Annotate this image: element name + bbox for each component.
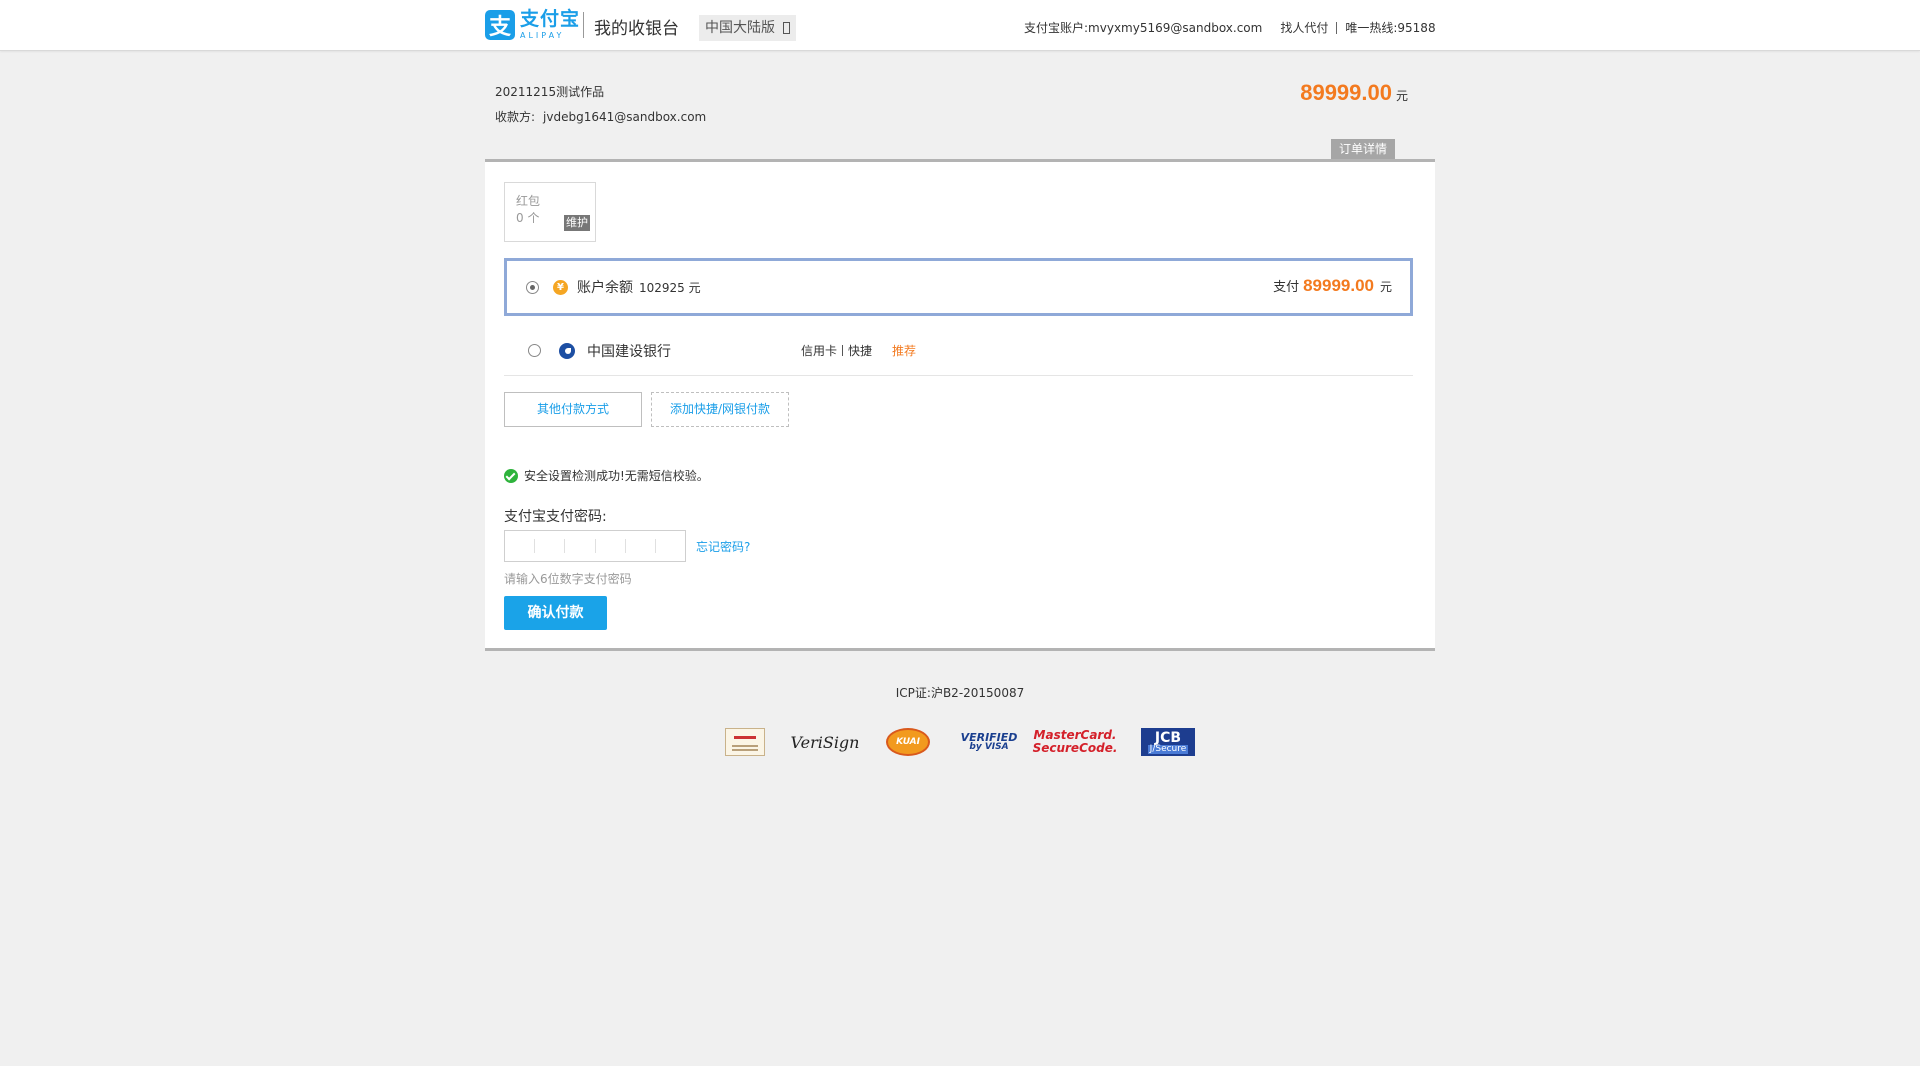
- balance-pay-amount: 支付 89999.00 元: [1273, 276, 1392, 296]
- balance-radio[interactable]: [526, 280, 539, 294]
- balance-coin-icon: ¥: [553, 279, 568, 295]
- hotline: 唯一热线:95188: [1345, 21, 1436, 35]
- order-detail-button[interactable]: 订单详情: [1331, 139, 1395, 160]
- total-currency: 元: [1395, 89, 1408, 103]
- agent-pay-link[interactable]: 找人代付: [1280, 19, 1328, 36]
- verisign-logo[interactable]: VeriSign: [791, 727, 860, 757]
- balance-value: 102925 元: [639, 280, 701, 295]
- bank-radio[interactable]: [528, 344, 541, 357]
- order-total: 89999.00 元: [1300, 80, 1408, 106]
- certificate-icon[interactable]: [725, 728, 765, 756]
- top-bar: 支 支付宝 ALIPAY 我的收银台 中国大陆版 支付宝账户: mvyxmy51…: [0, 0, 1920, 51]
- brand-name-en: ALIPAY: [520, 31, 565, 40]
- success-check-icon: [504, 468, 518, 483]
- security-message: 安全设置检测成功!无需短信校验。: [524, 469, 709, 483]
- account-email: mvyxmy5169@sandbox.com: [1088, 20, 1263, 35]
- account-label: 支付宝账户:: [1024, 21, 1089, 35]
- other-methods-button[interactable]: 其他付款方式: [504, 392, 642, 427]
- bank-name: 中国建设银行: [587, 343, 671, 360]
- ccb-bank-icon: [559, 342, 575, 359]
- alipay-logo[interactable]: 支 支付宝 ALIPAY: [485, 10, 580, 40]
- bank-card-tags: 信用卡 快捷: [801, 342, 872, 359]
- add-method-button[interactable]: 添加快捷/网银付款: [651, 392, 789, 427]
- confirm-payment-button[interactable]: 确认付款: [504, 596, 607, 630]
- payment-method-bank[interactable]: 中国建设银行 信用卡 快捷 推荐: [504, 326, 1413, 376]
- payee-email: jvdebg1641@sandbox.com: [543, 110, 707, 124]
- balance-label: 账户余额: [577, 280, 633, 296]
- pay-label: 支付: [1273, 280, 1300, 295]
- password-label: 支付宝支付密码:: [504, 509, 607, 525]
- security-check: 安全设置检测成功!无需短信校验。: [504, 467, 709, 484]
- password-hint: 请输入6位数字支付密码: [504, 572, 632, 586]
- pay-amount: 89999.00: [1303, 276, 1374, 295]
- kuaiqian-logo[interactable]: KUAI: [885, 727, 931, 757]
- payee-info: 收款方: jvdebg1641@sandbox.com: [495, 108, 706, 125]
- region-selector[interactable]: 中国大陆版: [699, 15, 796, 41]
- mastercard-securecode-logo[interactable]: MasterCard. SecureCode.: [1033, 727, 1118, 757]
- region-dropdown-icon: [783, 22, 790, 34]
- total-amount: 89999.00: [1300, 80, 1392, 105]
- order-name: 20211215测试作品: [495, 85, 605, 99]
- forgot-password-link[interactable]: 忘记密码?: [696, 538, 750, 555]
- bank-tag-quick: 快捷: [848, 344, 873, 358]
- red-packet-label: 红包: [516, 194, 541, 208]
- maintenance-badge: 维护: [564, 215, 590, 231]
- payee-label: 收款方:: [495, 110, 536, 124]
- icp-license: ICP证:沪B2-20150087: [895, 686, 1025, 700]
- divider: [842, 345, 844, 356]
- page-title: 我的收银台: [594, 19, 679, 39]
- recommend-badge: 推荐: [892, 344, 917, 358]
- bank-tag-credit: 信用卡: [801, 344, 838, 358]
- account-info: 支付宝账户: mvyxmy5169@sandbox.com 找人代付 唯一热线:…: [1024, 19, 1436, 36]
- verified-by-visa-logo[interactable]: VERIFIED by VISA: [961, 727, 1018, 757]
- header-divider: [583, 12, 584, 38]
- red-packet-box: 红包 0 个 维护: [504, 182, 596, 242]
- jcb-jsecure-logo[interactable]: JCB J/Secure: [1141, 728, 1195, 756]
- alipay-logo-icon: 支: [485, 10, 515, 40]
- password-input[interactable]: [504, 530, 686, 562]
- divider: [1336, 21, 1338, 34]
- region-label: 中国大陆版: [705, 20, 775, 36]
- brand-name: 支付宝: [520, 8, 581, 30]
- payment-method-balance[interactable]: ¥ 账户余额 102925 元 支付 89999.00 元: [504, 258, 1413, 316]
- pay-unit: 元: [1379, 280, 1392, 294]
- payment-card: 红包 0 个 维护 ¥ 账户余额 102925 元 支付 89999.00 元 …: [485, 159, 1435, 651]
- trust-badges: VeriSign KUAI VERIFIED by VISA MasterCar…: [725, 727, 1195, 757]
